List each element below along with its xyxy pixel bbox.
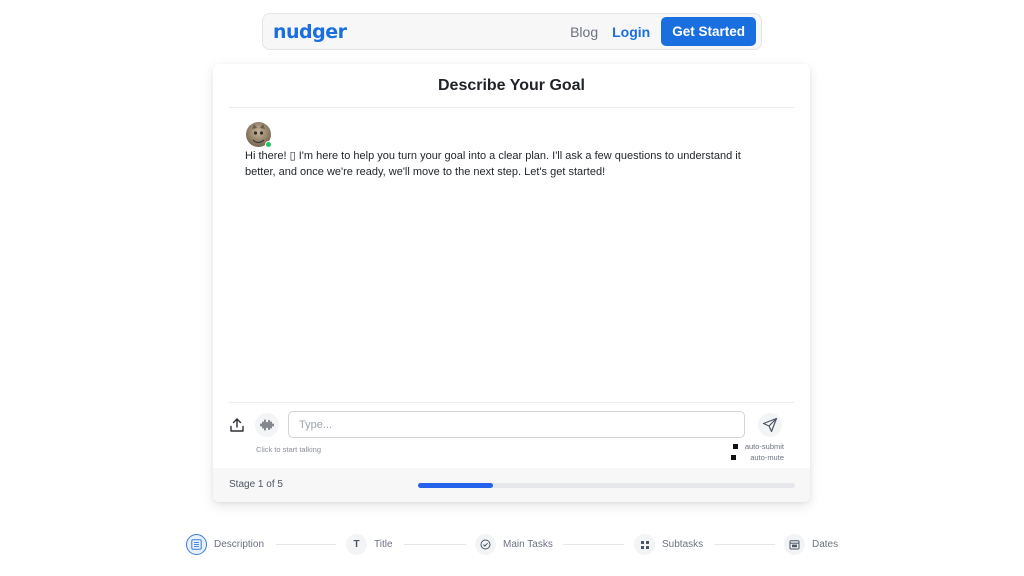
step-subtasks[interactable]: Subtasks: [634, 534, 703, 555]
grid-icon: [634, 534, 655, 555]
auto-submit-checkbox[interactable]: [732, 444, 738, 449]
online-status-dot: [265, 141, 272, 148]
step-main-tasks[interactable]: Main Tasks: [475, 534, 553, 555]
stage-label: Stage 1 of 5: [229, 479, 283, 490]
step-title[interactable]: T Title: [346, 534, 393, 555]
text-icon: T: [346, 534, 367, 555]
step-connector: [563, 544, 624, 545]
login-link[interactable]: Login: [612, 24, 650, 40]
auto-submit-label: auto-submit: [744, 442, 784, 451]
title-divider: [229, 107, 794, 108]
step-navigator: Description T Title Main Tasks Subtasks: [186, 534, 846, 556]
step-label: Subtasks: [662, 539, 704, 550]
calendar-icon: [784, 534, 805, 555]
upload-button[interactable]: [226, 414, 248, 436]
voice-hint: Click to start talking: [256, 445, 322, 454]
list-icon: [186, 534, 207, 555]
get-started-button[interactable]: Get Started: [661, 17, 756, 46]
auto-mute-toggle[interactable]: auto-mute: [731, 453, 784, 462]
step-label: Main Tasks: [503, 539, 553, 550]
upload-icon: [230, 418, 244, 432]
step-label: Title: [374, 539, 393, 550]
voice-record-button[interactable]: [255, 413, 279, 437]
auto-submit-toggle[interactable]: auto-submit: [732, 442, 784, 451]
top-nav: nudger Blog Login Get Started: [262, 13, 762, 50]
stage-progress-fill: [418, 483, 494, 488]
card-title: Describe Your Goal: [437, 77, 585, 94]
step-label: Dates: [812, 539, 839, 550]
assistant-message: Hi there! ▯ I'm here to help you turn yo…: [245, 150, 741, 178]
blog-link[interactable]: Blog: [570, 24, 598, 40]
nudger-logo[interactable]: nudger: [273, 21, 347, 43]
step-description[interactable]: Description: [186, 534, 264, 555]
send-icon: [762, 417, 778, 433]
step-label: Description: [214, 539, 265, 550]
send-button[interactable]: [758, 413, 782, 437]
stage-progress-track: [418, 483, 795, 488]
step-dates[interactable]: Dates: [784, 534, 838, 555]
step-connector: [276, 544, 336, 545]
goal-chat-card: Describe Your Goal Hi there! ▯ I'm here …: [213, 64, 810, 502]
step-connector: [404, 544, 466, 545]
audio-wave-icon: [260, 419, 274, 431]
auto-mute-label: auto-mute: [750, 453, 784, 462]
stage-bar: Stage 1 of 5: [213, 468, 810, 502]
input-divider: [229, 402, 794, 403]
auto-mute-checkbox[interactable]: [731, 455, 737, 460]
assistant-avatar: [246, 122, 272, 148]
check-circle-icon: [475, 534, 496, 555]
message-input[interactable]: [288, 411, 745, 438]
step-connector: [714, 544, 775, 545]
